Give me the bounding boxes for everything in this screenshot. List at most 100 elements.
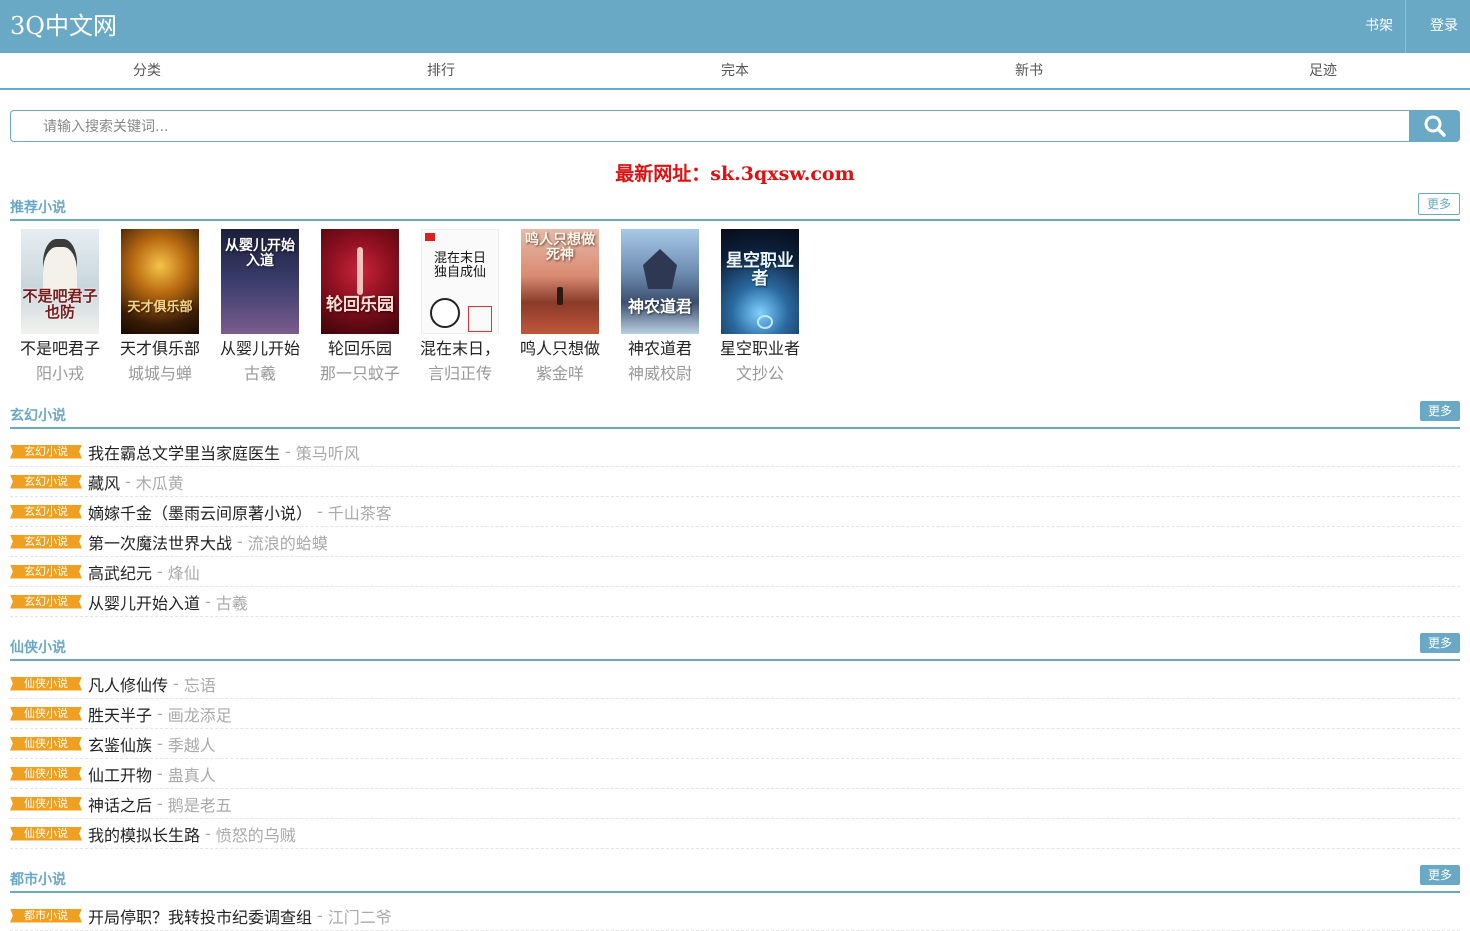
category-tag[interactable]: 仙侠小说 (10, 676, 82, 691)
book-cover[interactable]: 神农道君 (621, 229, 699, 334)
nav-item-ranking[interactable]: 排行 (294, 53, 588, 88)
list-item: 玄幻小说 从婴儿开始入道 - 古羲 (10, 587, 1460, 617)
book-card[interactable]: 鸣人只想做死神 鸣人只想做 紫金咩 (510, 229, 610, 388)
book-cover[interactable]: 混在末日独自成仙 (421, 229, 499, 334)
novel-author[interactable]: 江门二爷 (328, 904, 392, 928)
book-title[interactable]: 从婴儿开始 (210, 338, 310, 360)
novel-title-link[interactable]: 仙工开物 (88, 762, 152, 786)
book-title[interactable]: 不是吧君子 (10, 338, 110, 360)
book-card[interactable]: 不是吧君子也防 不是吧君子 阳小戎 (10, 229, 110, 388)
dushi-more-button[interactable]: 更多 (1419, 865, 1460, 885)
book-card[interactable]: 神农道君 神农道君 神威校尉 (610, 229, 710, 388)
category-tag[interactable]: 玄幻小说 (10, 504, 82, 519)
list-item: 玄幻小说 高武纪元 - 烽仙 (10, 557, 1460, 587)
separator: - (173, 674, 179, 693)
xianxia-section-title[interactable]: 仙侠小说 (10, 637, 66, 657)
novel-title-link[interactable]: 胜天半子 (88, 702, 152, 726)
book-title[interactable]: 星空职业者 (710, 338, 810, 360)
novel-author[interactable]: 画龙添足 (168, 702, 232, 726)
novel-title-link[interactable]: 开局停职？我转投市纪委调查组 (88, 904, 312, 928)
novel-title-link[interactable]: 我的模拟长生路 (88, 822, 200, 846)
category-tag[interactable]: 仙侠小说 (10, 706, 82, 721)
nav-item-history[interactable]: 足迹 (1176, 53, 1470, 88)
separator: - (157, 764, 163, 783)
site-logo[interactable]: 3Q中文网 (10, 10, 117, 42)
nav-item-category[interactable]: 分类 (0, 53, 294, 88)
category-tag[interactable]: 仙侠小说 (10, 796, 82, 811)
novel-author[interactable]: 愤怒的乌贼 (216, 822, 296, 846)
category-tag[interactable]: 仙侠小说 (10, 736, 82, 751)
novel-author[interactable]: 木瓜黄 (136, 470, 184, 494)
book-title[interactable]: 鸣人只想做 (510, 338, 610, 360)
novel-author[interactable]: 季越人 (168, 732, 216, 756)
book-cover[interactable]: 不是吧君子也防 (21, 229, 99, 334)
novel-author[interactable]: 忘语 (184, 672, 216, 696)
category-tag[interactable]: 玄幻小说 (10, 594, 82, 609)
list-item: 仙侠小说 玄鉴仙族 - 季越人 (10, 729, 1460, 759)
recommend-section-title[interactable]: 推荐小说 (10, 197, 66, 217)
novel-title-link[interactable]: 高武纪元 (88, 560, 152, 584)
list-item: 玄幻小说 我在霸总文学里当家庭医生 - 策马听风 (10, 437, 1460, 467)
book-title[interactable]: 神农道君 (610, 338, 710, 360)
category-tag[interactable]: 玄幻小说 (10, 474, 82, 489)
book-cover[interactable]: 鸣人只想做死神 (521, 229, 599, 334)
novel-author[interactable]: 策马听风 (296, 440, 360, 464)
novel-author[interactable]: 鹅是老五 (168, 792, 232, 816)
search-icon (1424, 115, 1446, 137)
xianxia-more-button[interactable]: 更多 (1419, 633, 1460, 653)
search-button[interactable] (1409, 110, 1460, 142)
novel-author[interactable]: 古羲 (216, 590, 248, 614)
nav-item-completed[interactable]: 完本 (588, 53, 882, 88)
book-card[interactable]: 从婴儿开始入道 从婴儿开始 古羲 (210, 229, 310, 388)
novel-title-link[interactable]: 玄鉴仙族 (88, 732, 152, 756)
category-tag[interactable]: 玄幻小说 (10, 444, 82, 459)
search-input[interactable] (41, 111, 1405, 143)
novel-title-link[interactable]: 我在霸总文学里当家庭医生 (88, 440, 280, 464)
nav-item-new-books[interactable]: 新书 (882, 53, 1176, 88)
novel-title-link[interactable]: 从婴儿开始入道 (88, 590, 200, 614)
novel-title-link[interactable]: 藏风 (88, 470, 120, 494)
book-title[interactable]: 轮回乐园 (310, 338, 410, 360)
category-tag[interactable]: 仙侠小说 (10, 826, 82, 841)
category-tag[interactable]: 玄幻小说 (10, 534, 82, 549)
book-cover[interactable]: 轮回乐园 (321, 229, 399, 334)
cover-title-text: 从婴儿开始入道 (225, 238, 295, 269)
novel-author[interactable]: 千山茶客 (328, 500, 392, 524)
separator: - (157, 704, 163, 723)
novel-title-link[interactable]: 神话之后 (88, 792, 152, 816)
book-title[interactable]: 天才俱乐部 (110, 338, 210, 360)
book-title[interactable]: 混在末日， (410, 338, 510, 360)
xuanhuan-section-title[interactable]: 玄幻小说 (10, 405, 66, 425)
category-tag[interactable]: 都市小说 (10, 908, 82, 923)
novel-author[interactable]: 蛊真人 (168, 762, 216, 786)
list-item: 仙侠小说 胜天半子 - 画龙添足 (10, 699, 1460, 729)
book-card[interactable]: 混在末日独自成仙 混在末日， 言归正传 (410, 229, 510, 388)
xuanhuan-more-button[interactable]: 更多 (1419, 401, 1460, 421)
bookshelf-link[interactable]: 书架 (1341, 0, 1405, 53)
book-cover[interactable]: 天才俱乐部 (121, 229, 199, 334)
book-cover[interactable]: 从婴儿开始入道 (221, 229, 299, 334)
category-tag[interactable]: 玄幻小说 (10, 564, 82, 579)
dushi-section-title[interactable]: 都市小说 (10, 869, 66, 889)
book-card[interactable]: 星空职业者 星空职业者 文抄公 (710, 229, 810, 388)
header-links: 书架 登录 (1341, 0, 1470, 53)
login-link[interactable]: 登录 (1405, 0, 1470, 53)
category-tag[interactable]: 仙侠小说 (10, 766, 82, 781)
separator: - (237, 532, 243, 551)
novel-title-link[interactable]: 第一次魔法世界大战 (88, 530, 232, 554)
book-card[interactable]: 轮回乐园 轮回乐园 那一只蚊子 (310, 229, 410, 388)
novel-title-link[interactable]: 凡人修仙传 (88, 672, 168, 696)
novel-author[interactable]: 流浪的蛤蟆 (248, 530, 328, 554)
list-item: 仙侠小说 仙工开物 - 蛊真人 (10, 759, 1460, 789)
book-cover[interactable]: 星空职业者 (721, 229, 799, 334)
separator: - (125, 472, 131, 491)
separator: - (157, 794, 163, 813)
book-author: 紫金咩 (535, 364, 584, 383)
novel-author[interactable]: 烽仙 (168, 560, 200, 584)
recommend-more-button[interactable]: 更多 (1417, 193, 1460, 215)
book-card[interactable]: 天才俱乐部 天才俱乐部 城城与蝉 (110, 229, 210, 388)
separator: - (285, 442, 291, 461)
book-author: 阳小戎 (35, 364, 84, 383)
novel-title-link[interactable]: 嫡嫁千金（墨雨云间原著小说） (88, 500, 312, 524)
book-author: 神威校尉 (627, 364, 692, 383)
